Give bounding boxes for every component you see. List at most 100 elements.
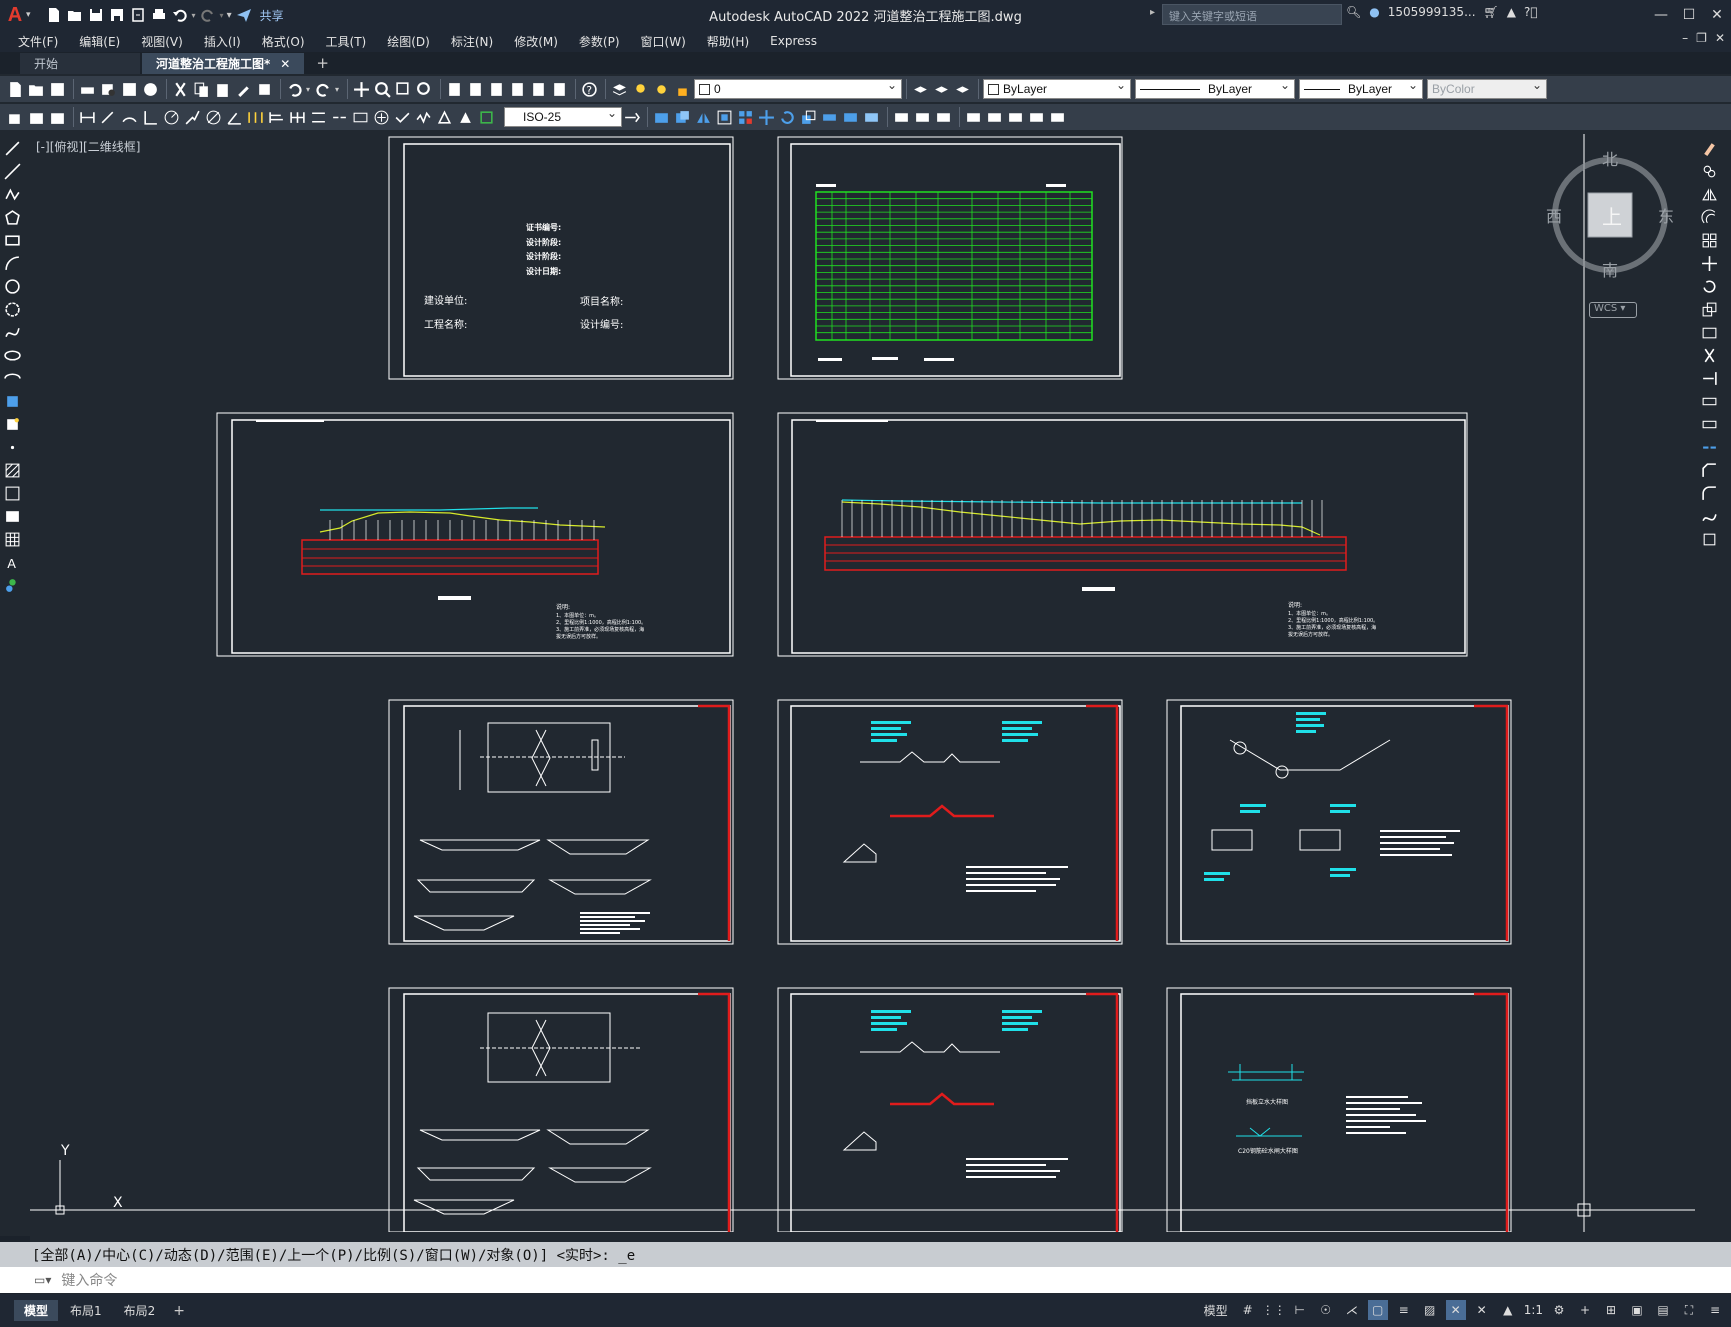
save-as-icon[interactable] (108, 7, 126, 23)
stretch-side-icon[interactable] (1700, 323, 1719, 342)
blend-curves-icon[interactable] (1006, 108, 1025, 127)
print-icon[interactable] (78, 80, 97, 99)
revision-cloud-icon[interactable] (3, 300, 22, 319)
rotate-icon[interactable] (778, 108, 797, 127)
save-icon[interactable] (87, 7, 105, 23)
doc-minimize-button[interactable]: – (1682, 31, 1688, 45)
print-preview-icon[interactable] (99, 80, 118, 99)
layer-dropdown[interactable]: 0 (694, 78, 903, 99)
color-dropdown[interactable]: ByLayer (983, 78, 1132, 99)
isometric-drafting-icon[interactable]: ⋌ (1342, 1300, 1362, 1320)
drawing-viewport[interactable]: 证书编号: 设计阶段: 设计阶段: 设计日期: 建设单位: 工程名称: 项目名称… (30, 134, 1695, 1232)
mirror-icon[interactable] (694, 108, 713, 127)
publish-icon[interactable] (120, 80, 139, 99)
tab-start[interactable]: 开始 (20, 53, 140, 74)
join-icon[interactable] (934, 108, 953, 127)
autodesk-app-icon[interactable]: ▲ (1507, 5, 1516, 19)
array-side-icon[interactable] (1700, 231, 1719, 250)
dimension-update-icon[interactable] (477, 108, 496, 127)
open-file-icon[interactable] (66, 7, 84, 23)
region-icon[interactable] (3, 507, 22, 526)
dimension-edit-icon[interactable] (435, 108, 454, 127)
rectangle-icon[interactable] (3, 231, 22, 250)
join-side-icon[interactable] (1700, 438, 1719, 457)
open-from-web-icon[interactable] (129, 7, 147, 23)
offset-icon[interactable] (715, 108, 734, 127)
aligned-dimension-icon[interactable] (99, 108, 118, 127)
menu-insert[interactable]: 插入(I) (204, 33, 241, 50)
polyline-icon[interactable] (3, 185, 22, 204)
extend-side-icon[interactable] (1700, 369, 1719, 388)
new-tab-button[interactable]: + (316, 54, 329, 72)
add-selected-icon[interactable] (3, 576, 22, 595)
continue-dimension-icon[interactable] (288, 108, 307, 127)
arc-icon[interactable] (3, 254, 22, 273)
move-icon[interactable] (757, 108, 776, 127)
auto-scale-icon[interactable]: ✕ (1472, 1300, 1492, 1320)
copy-object-icon[interactable] (673, 108, 692, 127)
infer-constraints-icon[interactable]: ⊢ (1290, 1300, 1310, 1320)
doc-close-button[interactable]: ✕ (1715, 31, 1725, 45)
baseline-dimension-icon[interactable] (267, 108, 286, 127)
insert-block-icon[interactable] (3, 392, 22, 411)
share-icon[interactable] (235, 7, 253, 23)
diameter-dimension-icon[interactable] (204, 108, 223, 127)
dimension-style-icon[interactable] (622, 108, 641, 127)
dimension-break-icon[interactable] (330, 108, 349, 127)
drawing-canvas[interactable]: 证书编号: 设计阶段: 设计阶段: 设计日期: 建设单位: 工程名称: 项目名称… (30, 134, 1695, 1232)
dimstyle-dropdown[interactable]: ISO-25 (504, 106, 622, 127)
ellipse-arc-icon[interactable] (3, 369, 22, 388)
edit-polyline-icon[interactable] (1048, 108, 1067, 127)
break-at-point-icon[interactable] (892, 108, 911, 127)
layer-on-icon[interactable] (631, 80, 650, 99)
chamfer-icon[interactable] (964, 108, 983, 127)
erase-icon[interactable] (652, 108, 671, 127)
lineweight-icon[interactable]: ≡ (1394, 1300, 1414, 1320)
linear-dimension-icon[interactable] (78, 108, 97, 127)
move-side-icon[interactable] (1700, 254, 1719, 273)
trim-side-icon[interactable] (1700, 346, 1719, 365)
mirror-side-icon[interactable] (1700, 185, 1719, 204)
annotation-scale-value[interactable]: 1:1 (1524, 1303, 1543, 1317)
copy-side-icon[interactable] (1700, 162, 1719, 181)
menu-dimension[interactable]: 标注(N) (451, 33, 493, 50)
break-icon[interactable] (913, 108, 932, 127)
redo-list-icon[interactable]: ▾ (335, 85, 339, 94)
menu-express[interactable]: Express (770, 34, 817, 48)
arc-length-icon[interactable] (120, 108, 139, 127)
layer-lock-icon[interactable] (673, 80, 692, 99)
annotation-monitor-icon[interactable]: + (1575, 1300, 1595, 1320)
polygon-icon[interactable] (3, 208, 22, 227)
open-icon[interactable] (27, 80, 46, 99)
user-name[interactable]: 1505999135... (1388, 5, 1476, 19)
search-icon[interactable]: 🔍︎ (1346, 5, 1361, 19)
app-menu-chevron-icon[interactable]: ▾ (26, 10, 31, 20)
layer-state-icon[interactable] (953, 80, 972, 99)
layout-tab-model[interactable]: 模型 (14, 1300, 59, 1321)
grid-icon[interactable]: # (1238, 1300, 1258, 1320)
viewcube[interactable]: 上 北 南 东 西 WCS ▾ (1545, 145, 1675, 319)
menu-window[interactable]: 窗口(W) (641, 33, 686, 50)
3d-print-icon[interactable] (141, 80, 160, 99)
jogged-dimension-icon[interactable] (183, 108, 202, 127)
circle-icon[interactable] (3, 277, 22, 296)
point-icon[interactable] (3, 438, 22, 457)
erase-side-icon[interactable] (1700, 139, 1719, 158)
plotstyle-dropdown[interactable]: ByColor (1427, 78, 1548, 99)
scale-side-icon[interactable] (1700, 300, 1719, 319)
extend-icon[interactable] (862, 108, 881, 127)
linetype-dropdown[interactable]: ByLayer (1135, 78, 1296, 99)
dimension-space-icon[interactable] (309, 108, 328, 127)
qnew-icon[interactable] (6, 80, 25, 99)
rotate-side-icon[interactable] (1700, 277, 1719, 296)
minimize-button[interactable]: — (1647, 0, 1675, 30)
spline-icon[interactable] (3, 323, 22, 342)
block-editor-icon[interactable] (255, 80, 274, 99)
plot-icon[interactable] (150, 7, 168, 23)
explode-side-icon[interactable] (1700, 530, 1719, 549)
menu-edit[interactable]: 编辑(E) (79, 33, 120, 50)
undo-icon[interactable] (171, 7, 189, 23)
copy-icon[interactable] (192, 80, 211, 99)
zoom-window-icon[interactable] (394, 80, 413, 99)
array-icon[interactable] (736, 108, 755, 127)
